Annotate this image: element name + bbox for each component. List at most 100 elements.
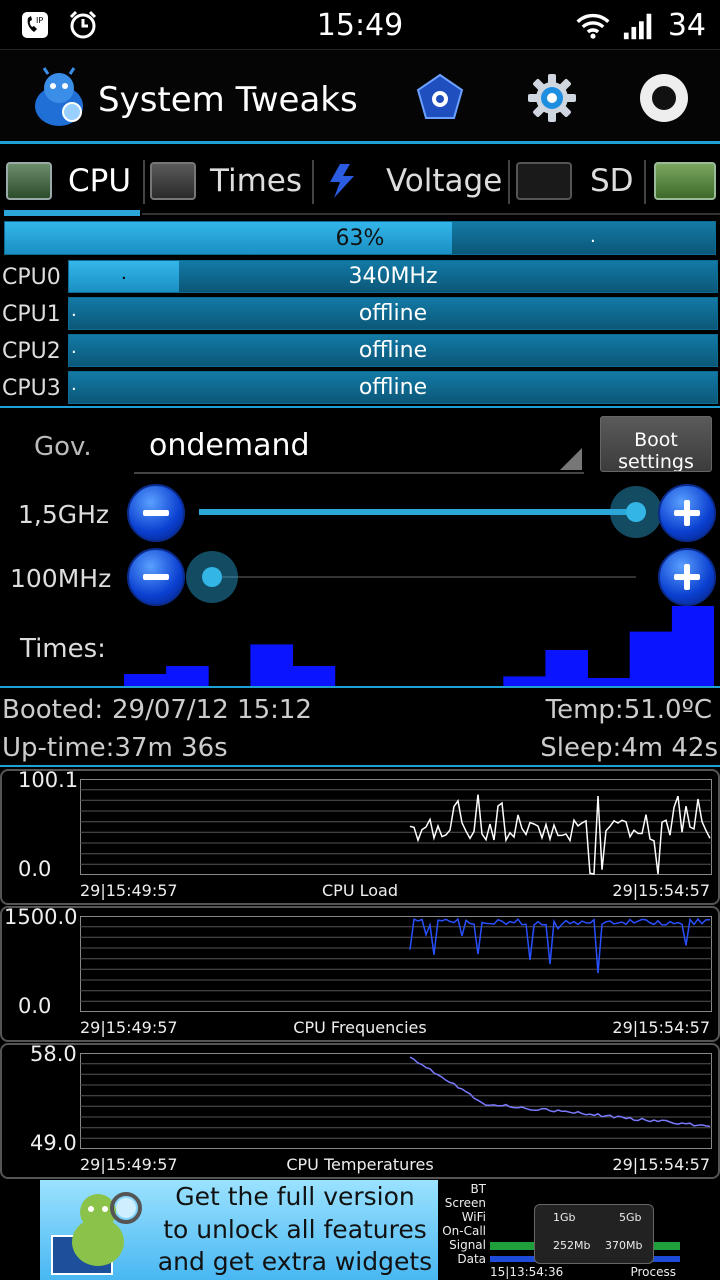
tab-separator [312, 160, 314, 204]
section-divider [0, 686, 720, 688]
max-frequency-slider-track[interactable] [199, 509, 636, 515]
graph-y-max: 58.0 [30, 1042, 77, 1066]
settings-gear-button[interactable] [526, 72, 578, 124]
active-tab-indicator [4, 210, 140, 216]
sd-card-icon [516, 162, 572, 200]
min-frequency-label: 100MHz [10, 564, 112, 593]
storage-widget: 1Gb 5Gb 252Mb 370Mb [534, 1204, 654, 1264]
widget-label-signal: Signal [449, 1238, 486, 1252]
times-histogram-bar [545, 650, 588, 686]
tab-separator [143, 160, 145, 204]
total-load-label: 63% [335, 225, 385, 251]
booted-label: Booted: [2, 695, 104, 725]
section-divider [0, 765, 720, 767]
cpu-load-graph: 100.1 0.0 29|15:49:57 CPU Load 29|15:54:… [0, 768, 720, 905]
cpu0-label: CPU0 [2, 265, 61, 290]
min-frequency-decrease-button[interactable] [127, 548, 185, 606]
graph-end-time: 29|15:54:57 [612, 881, 710, 900]
times-histogram-bar [292, 666, 336, 686]
cpu2-status: offline [358, 338, 428, 363]
plot-frame [80, 779, 712, 875]
tab-sd[interactable]: SD [516, 147, 634, 215]
tab-memory[interactable] [654, 147, 716, 215]
dropdown-corner-icon [560, 448, 582, 470]
ad-line-3: and get extra widgets [157, 1247, 433, 1276]
cpu1-label: CPU1 [2, 302, 61, 327]
min-frequency-slider-track[interactable] [212, 576, 636, 578]
graph-title: CPU Frequencies [293, 1018, 427, 1037]
app-title: System Tweaks [98, 80, 358, 120]
cpu3-frequency-bar: . offline [68, 371, 718, 404]
governor-select[interactable]: ondemand [134, 418, 584, 474]
min-frequency-increase-button[interactable] [658, 548, 716, 606]
ad-line-1: Get the full version [175, 1182, 415, 1211]
times-histogram-bar [166, 666, 209, 686]
ad-widget-preview: BT Screen WiFi On-Call Signal Data 1Gb 5… [438, 1180, 680, 1280]
cpu-temperatures-graph: 58.0 49.0 29|15:49:57 CPU Temperatures 2… [0, 1042, 720, 1179]
total-load-marker: . [590, 226, 596, 247]
wifi-icon [576, 9, 610, 43]
graph-y-max: 100.1 [18, 768, 79, 792]
minus-icon [143, 510, 169, 516]
times-histogram-bar [503, 676, 546, 686]
times-histogram-bar [671, 606, 714, 686]
plot-series-line [409, 794, 711, 875]
times-label: Times: [20, 634, 106, 664]
widget-value-1gb: 1Gb [553, 1211, 576, 1224]
cpu-chip-icon [6, 162, 52, 200]
tab-bar: CPU Times Voltage SD [0, 147, 720, 215]
widget-label-oncall: On-Call [442, 1224, 486, 1238]
graph-end-time: 29|15:54:57 [612, 1018, 710, 1037]
status-bar: IP 15:49 34 [0, 0, 720, 50]
plot-frame [80, 916, 712, 1012]
cpu1-status: offline [358, 301, 428, 326]
graph-end-time: 29|15:54:57 [612, 1155, 710, 1174]
cpu2-frequency-bar: . offline [68, 334, 718, 367]
plot-series-line [409, 1056, 711, 1128]
battery-level: 34 [667, 8, 706, 43]
record-toggle-button[interactable] [638, 72, 690, 124]
max-frequency-increase-button[interactable] [658, 484, 716, 542]
lightning-bolt-icon [322, 162, 362, 200]
total-cpu-load-bar: 63% . [4, 221, 716, 255]
widget-value-252mb: 252Mb [553, 1239, 591, 1252]
ad-line-2: to unlock all features [163, 1215, 427, 1244]
cpu-frequencies-plot [80, 916, 712, 1012]
cpu-frequencies-graph: 1500.0 0.0 29|15:49:57 CPU Frequencies 2… [0, 905, 720, 1042]
cpu0-frequency-bar: . 340MHz [68, 260, 718, 293]
section-divider [0, 406, 720, 408]
cpu-load-plot [80, 779, 712, 875]
graph-title: CPU Load [322, 881, 398, 900]
graph-y-min: 0.0 [18, 994, 52, 1018]
cpu2-label: CPU2 [2, 339, 61, 364]
times-histogram-bar [124, 674, 167, 686]
graph-title: CPU Temperatures [286, 1155, 434, 1174]
times-histogram-bar [250, 644, 293, 686]
upgrade-ad-banner[interactable]: Get the full version to unlock all featu… [40, 1180, 680, 1280]
times-histogram-bar [587, 678, 631, 686]
graph-y-min: 49.0 [30, 1131, 77, 1155]
widget-process-label: Process [630, 1265, 676, 1279]
max-frequency-decrease-button[interactable] [127, 484, 185, 542]
governor-value: ondemand [149, 428, 310, 463]
min-frequency-slider-thumb[interactable] [202, 567, 222, 587]
temperature-text: Temp:51.0ºC [545, 695, 712, 725]
tab-separator [508, 160, 510, 204]
cpu0-status: 340MHz [348, 264, 438, 289]
tab-cpu[interactable]: CPU [6, 147, 131, 215]
widget-time: 15|13:54:36 [490, 1265, 564, 1279]
widget-menu-button[interactable] [414, 72, 466, 124]
graph-y-max: 1500.0 [4, 905, 78, 929]
sleep-time-text: Sleep:4m 42s [540, 733, 718, 763]
plus-icon [674, 564, 700, 590]
app-title-bar: System Tweaks [0, 50, 720, 144]
boot-settings-button[interactable]: Boot settings [600, 416, 712, 472]
tab-times[interactable]: Times [150, 147, 302, 215]
ram-stick-icon [654, 162, 716, 200]
widget-label-screen: Screen [444, 1196, 486, 1210]
tab-bar-baseline [142, 213, 720, 215]
tab-voltage[interactable]: Voltage [322, 147, 502, 215]
uptime-text: Up-time:37m 36s [2, 733, 228, 763]
max-frequency-slider-thumb[interactable] [626, 502, 646, 522]
governor-label: Gov. [34, 432, 92, 462]
